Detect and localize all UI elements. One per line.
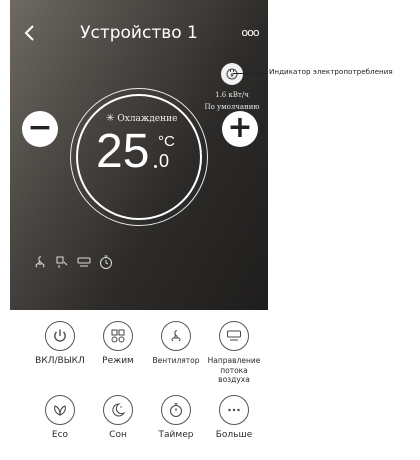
decrease-temperature-button[interactable]: − bbox=[22, 111, 58, 147]
power-plug-icon bbox=[226, 68, 238, 80]
mode-label: Режим bbox=[102, 356, 134, 366]
temperature-decimal: 0 bbox=[159, 151, 170, 171]
timer-circle bbox=[161, 395, 191, 425]
power-toggle-circle bbox=[45, 321, 75, 351]
back-button[interactable] bbox=[18, 18, 42, 48]
power-toggle-label: ВКЛ/ВЫКЛ bbox=[35, 356, 85, 366]
power-consumption-indicator[interactable] bbox=[221, 63, 243, 85]
timer-button[interactable]: Таймер bbox=[146, 395, 206, 441]
sleep-button[interactable]: Сон bbox=[88, 395, 148, 441]
page-title: Устройство 1 bbox=[80, 23, 198, 43]
power-consumption-value: 1.6 кВт/ч bbox=[215, 91, 249, 99]
timer-label: Таймер bbox=[158, 430, 194, 440]
moon-icon bbox=[112, 403, 126, 417]
eco-label: Eco bbox=[51, 430, 69, 440]
more-label: Больше bbox=[215, 430, 253, 440]
more-button[interactable]: Больше bbox=[204, 395, 264, 441]
fan-button[interactable]: Вентилятор bbox=[146, 321, 206, 366]
device-screen: Устройство 1 ooo 1.6 кВт/ч По умолчанию … bbox=[10, 0, 268, 460]
leaf-icon bbox=[54, 405, 66, 416]
fan-icon bbox=[171, 330, 181, 342]
mode-circle bbox=[103, 321, 133, 351]
fan-label: Вентилятор bbox=[152, 356, 200, 365]
sleep-label: Сон bbox=[109, 430, 127, 440]
more-circle bbox=[219, 395, 249, 425]
chevron-left-icon bbox=[24, 25, 34, 41]
power-icon bbox=[54, 329, 66, 342]
temperature-decimal-point bbox=[154, 165, 157, 168]
airflow-icon bbox=[77, 257, 91, 267]
fan-circle bbox=[161, 321, 191, 351]
header: Устройство 1 ooo bbox=[10, 18, 268, 48]
swing-icon bbox=[56, 256, 68, 268]
mode-button[interactable]: Режим bbox=[88, 321, 148, 367]
sleep-circle bbox=[103, 395, 133, 425]
airflow-label-line2: потока воздуха bbox=[218, 365, 250, 385]
airflow-label: Направление bbox=[207, 356, 261, 365]
mode-grid-icon bbox=[111, 329, 125, 343]
fan-icon bbox=[35, 256, 45, 268]
more-options-button[interactable]: ooo bbox=[238, 18, 262, 48]
power-toggle-button[interactable]: ВКЛ/ВЫКЛ bbox=[30, 321, 90, 367]
annotation-label: Индикатор электропотребления bbox=[269, 67, 393, 76]
thermostat-panel: Устройство 1 ooo 1.6 кВт/ч По умолчанию … bbox=[10, 0, 268, 310]
increase-temperature-button[interactable]: + bbox=[222, 111, 258, 147]
airflow-icon bbox=[227, 330, 241, 341]
temperature-unit: °C bbox=[158, 133, 175, 150]
annotation-line bbox=[233, 73, 265, 74]
timer-icon bbox=[100, 255, 112, 269]
more-dots-icon bbox=[228, 408, 240, 412]
eco-circle bbox=[45, 395, 75, 425]
airflow-direction-button[interactable]: Направление потока воздуха bbox=[204, 321, 264, 385]
eco-button[interactable]: Eco bbox=[30, 395, 90, 441]
temperature-value: 25 bbox=[96, 125, 150, 178]
airflow-circle bbox=[219, 321, 249, 351]
timer-icon bbox=[170, 403, 182, 417]
